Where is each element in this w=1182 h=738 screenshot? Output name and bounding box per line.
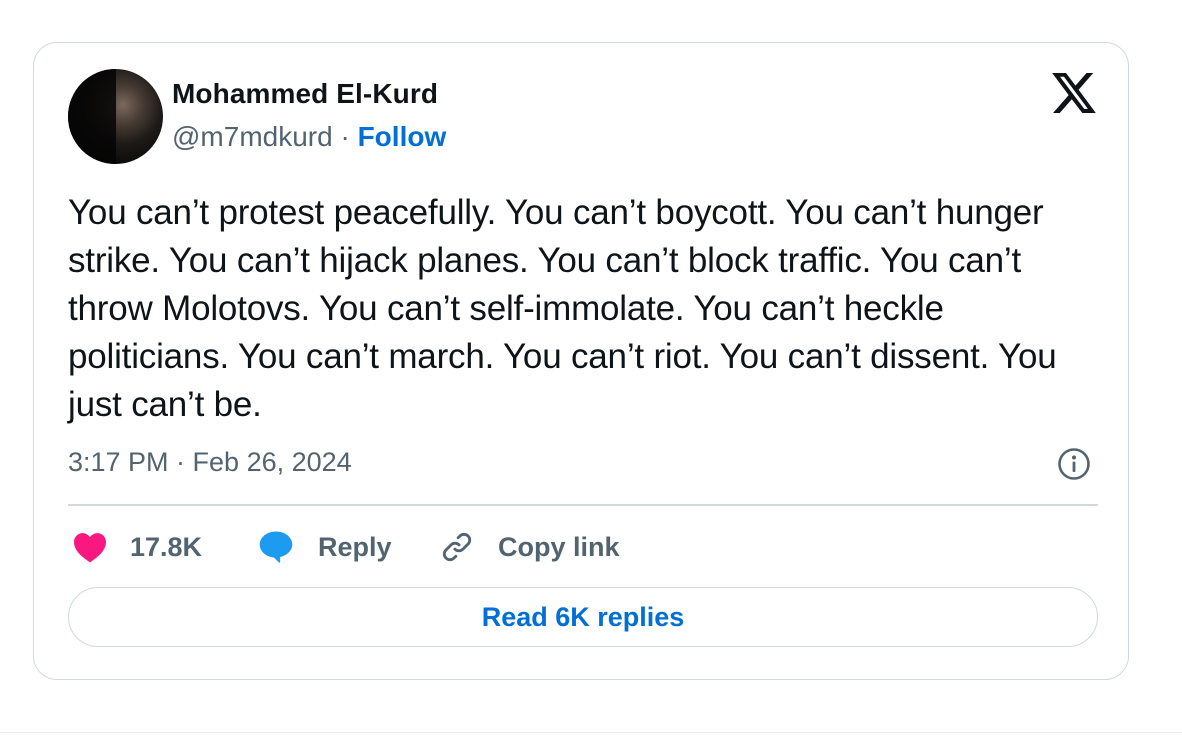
handle-separator: · <box>332 121 358 152</box>
like-count: 17.8K <box>130 531 203 562</box>
tweet-timestamp[interactable]: 3:17 PM · Feb 26, 2024 <box>68 447 352 478</box>
info-icon[interactable] <box>1057 447 1091 481</box>
copy-link-label: Copy link <box>498 531 620 562</box>
tweet-text: You can’t protest peacefully. You can’t … <box>68 193 1057 424</box>
follow-button[interactable]: Follow <box>358 121 447 152</box>
heart-icon <box>74 533 106 563</box>
author-handle-row: @m7mdkurd · Follow <box>172 121 446 153</box>
like-button[interactable]: 17.8K <box>72 527 202 567</box>
speech-bubble-icon <box>259 531 293 563</box>
x-logo-icon[interactable] <box>1052 73 1096 113</box>
reply-button[interactable]: Reply <box>258 527 392 567</box>
divider <box>68 504 1098 506</box>
avatar[interactable] <box>68 69 163 164</box>
embedded-tweet-card: Mohammed El-Kurd @m7mdkurd · Follow You … <box>33 42 1129 680</box>
reply-label: Reply <box>318 531 392 562</box>
link-icon <box>442 532 472 562</box>
author-name[interactable]: Mohammed El-Kurd <box>172 78 438 110</box>
page-bottom-divider <box>0 732 1182 733</box>
copy-link-button[interactable]: Copy link <box>440 527 620 567</box>
author-handle[interactable]: @m7mdkurd <box>172 121 333 152</box>
read-replies-button[interactable]: Read 6K replies <box>68 587 1098 647</box>
